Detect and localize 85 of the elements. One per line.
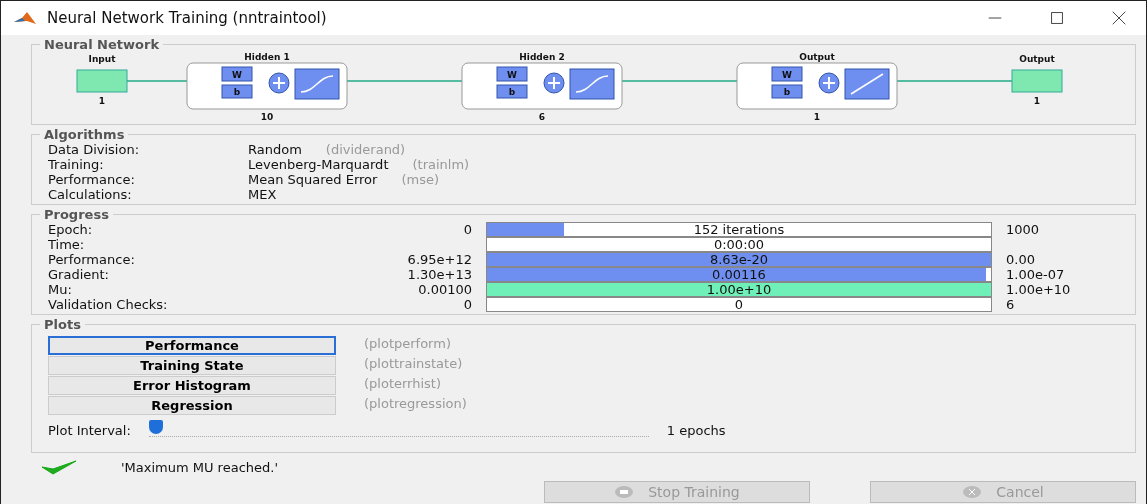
start-value: 0 bbox=[463, 222, 472, 237]
weight-label: W bbox=[507, 70, 517, 80]
sum-icon bbox=[543, 72, 565, 94]
function-name: (plotperform) bbox=[364, 336, 452, 353]
section-title: Progress bbox=[43, 207, 110, 222]
progress-value: 8.63e-20 bbox=[708, 253, 770, 266]
close-icon[interactable] bbox=[1110, 9, 1128, 27]
progress-value: 0.00116 bbox=[711, 268, 767, 281]
progress-value: 152 iterations bbox=[692, 223, 786, 236]
progress-label: Epoch: bbox=[48, 222, 94, 237]
input-size: 1 bbox=[98, 96, 106, 106]
peak-logo-icon bbox=[13, 10, 37, 26]
window-title: Neural Network Training (nntraintool) bbox=[47, 9, 327, 27]
algorithm-value: MEX bbox=[248, 187, 277, 202]
layer-size: 10 bbox=[260, 112, 274, 122]
function-name: (plottrainstate) bbox=[364, 356, 464, 373]
interval-reading: 1 epochs bbox=[666, 423, 726, 438]
target-value: 0.00 bbox=[1006, 252, 1035, 267]
transfer-function-icon bbox=[569, 68, 615, 100]
input-node bbox=[76, 69, 128, 93]
algorithm-label: Performance: bbox=[48, 172, 136, 187]
progress-label: Performance: bbox=[48, 252, 136, 267]
plot-button[interactable]: Error Histogram bbox=[48, 376, 336, 395]
layer-size: 1 bbox=[813, 112, 821, 122]
algorithm-value: Random bbox=[248, 142, 302, 157]
start-value: 1.30e+13 bbox=[407, 267, 472, 282]
algorithm-label: Training: bbox=[48, 157, 105, 172]
start-value: 0 bbox=[463, 297, 472, 312]
function-name: (ploterrhist) bbox=[364, 376, 442, 393]
target-value: 6 bbox=[1006, 297, 1015, 312]
weight-box bbox=[771, 66, 803, 82]
section-title: Plots bbox=[43, 317, 82, 332]
bias-box bbox=[221, 84, 253, 99]
cancel-icon bbox=[962, 485, 983, 499]
start-value: 6.95e+12 bbox=[407, 252, 472, 267]
layer-title: Hidden 2 bbox=[519, 52, 565, 62]
start-value: 0.00100 bbox=[418, 282, 472, 297]
stop-icon bbox=[614, 485, 635, 499]
function-name: (plotregression) bbox=[364, 396, 468, 413]
weight-box bbox=[221, 66, 253, 82]
function-name: (mse) bbox=[401, 172, 439, 187]
input-label: Input bbox=[88, 54, 116, 64]
bias-label: b bbox=[508, 87, 516, 97]
progress-label: Validation Checks: bbox=[48, 297, 169, 312]
transfer-function-icon bbox=[844, 68, 890, 100]
sum-icon bbox=[268, 72, 290, 94]
algorithm-label: Data Division: bbox=[48, 142, 141, 157]
bias-box bbox=[771, 84, 803, 99]
target-value: 1.00e+10 bbox=[1006, 282, 1071, 297]
transfer-function-icon bbox=[294, 68, 340, 100]
algorithm-value: Mean Squared Error bbox=[248, 172, 378, 187]
progress-label: Mu: bbox=[48, 282, 73, 297]
output-size: 1 bbox=[1033, 96, 1041, 106]
plot-button[interactable]: Regression bbox=[48, 396, 336, 415]
interval-label: Plot Interval: bbox=[48, 423, 131, 438]
function-name: (trainlm) bbox=[412, 157, 470, 172]
slider-thumb[interactable] bbox=[148, 420, 163, 434]
bias-label: b bbox=[233, 87, 241, 97]
section-title: Neural Network bbox=[43, 37, 161, 52]
progress-value: 1.00e+10 bbox=[705, 283, 773, 296]
layer-title: Hidden 1 bbox=[244, 52, 290, 62]
progress-value: 0 bbox=[733, 298, 745, 311]
weight-label: W bbox=[232, 70, 242, 80]
bias-label: b bbox=[783, 87, 791, 97]
weight-box bbox=[496, 66, 528, 82]
output-label: Output bbox=[1019, 54, 1055, 64]
maximize-icon[interactable] bbox=[1048, 9, 1066, 27]
plot-button[interactable]: Training State bbox=[48, 356, 336, 375]
bias-box bbox=[496, 84, 528, 99]
output-node bbox=[1011, 69, 1063, 93]
section-title: Algorithms bbox=[43, 127, 126, 142]
progress-value: 0:00:00 bbox=[712, 238, 766, 251]
status-message: 'Maximum MU reached.' bbox=[121, 459, 278, 475]
algorithm-value: Levenberg-Marquardt bbox=[248, 157, 389, 172]
plot-button[interactable]: Performance bbox=[48, 336, 336, 355]
function-name: (dividerand) bbox=[325, 142, 406, 157]
weight-label: W bbox=[782, 70, 792, 80]
target-value: 1.00e-07 bbox=[1006, 267, 1065, 282]
progress-label: Time: bbox=[48, 237, 86, 252]
algorithm-label: Calculations: bbox=[48, 187, 133, 202]
progress-label: Gradient: bbox=[48, 267, 110, 282]
target-value: 1000 bbox=[1006, 222, 1040, 237]
layer-size: 6 bbox=[538, 112, 546, 122]
sum-icon bbox=[818, 72, 840, 94]
layer-title: Output bbox=[799, 52, 835, 62]
